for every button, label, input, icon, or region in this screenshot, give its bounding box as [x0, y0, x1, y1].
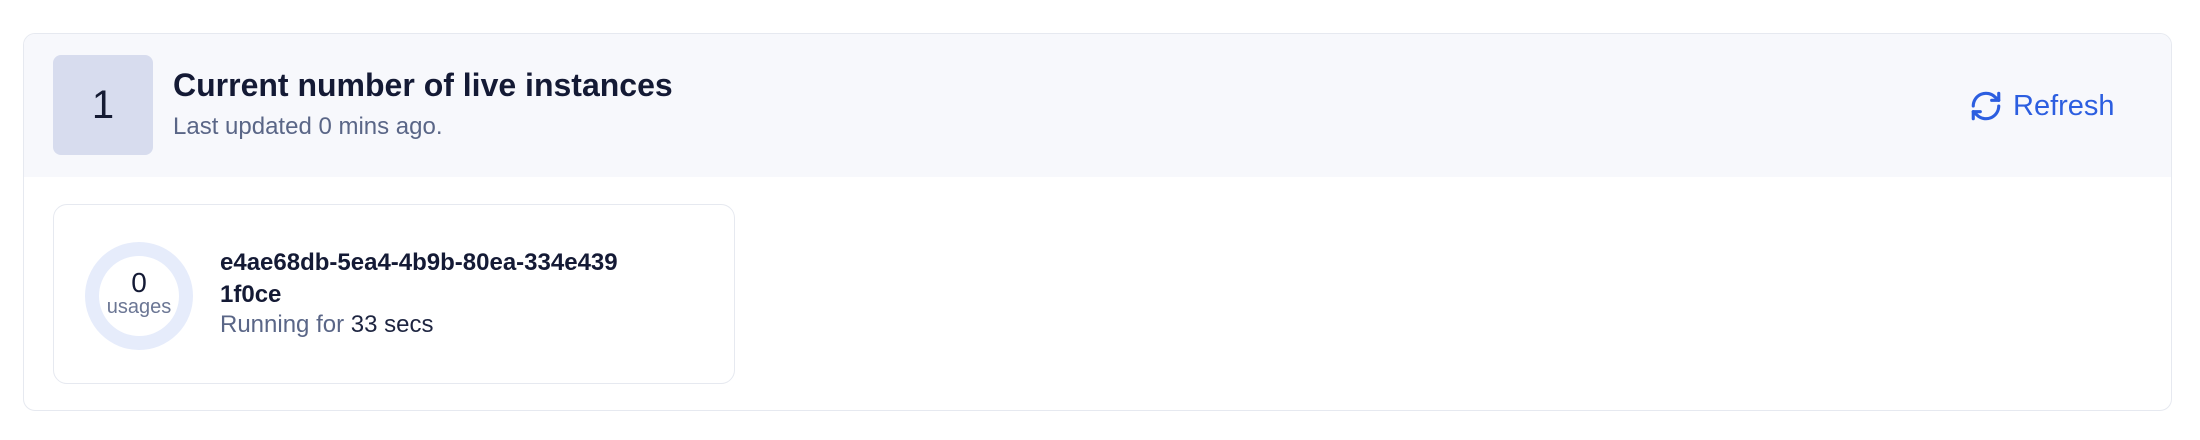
last-updated-text: Last updated 0 mins ago. [173, 113, 443, 140]
running-prefix: Running for [220, 311, 345, 338]
live-instances-panel: 1 Current number of live instances Last … [23, 33, 2172, 411]
instance-card[interactable]: 0 usages e4ae68db-5ea4-4b9b-80ea-334e439… [53, 204, 735, 384]
refresh-button[interactable]: Refresh [1969, 86, 2115, 126]
refresh-icon [1969, 89, 2003, 123]
running-duration: 33 secs [350, 311, 434, 338]
panel-header: 1 Current number of live instances Last … [24, 34, 2171, 177]
instance-count-badge: 1 [53, 55, 153, 155]
usage-label: usages [106, 296, 172, 318]
usage-count: 0 [131, 267, 147, 298]
running-time: Running for 33 secs [220, 311, 433, 339]
instance-id: e4ae68db-5ea4-4b9b-80ea-334e4391f0ce [220, 249, 618, 308]
panel-title: Current number of live instances [173, 67, 673, 103]
refresh-label: Refresh [2013, 89, 2115, 122]
